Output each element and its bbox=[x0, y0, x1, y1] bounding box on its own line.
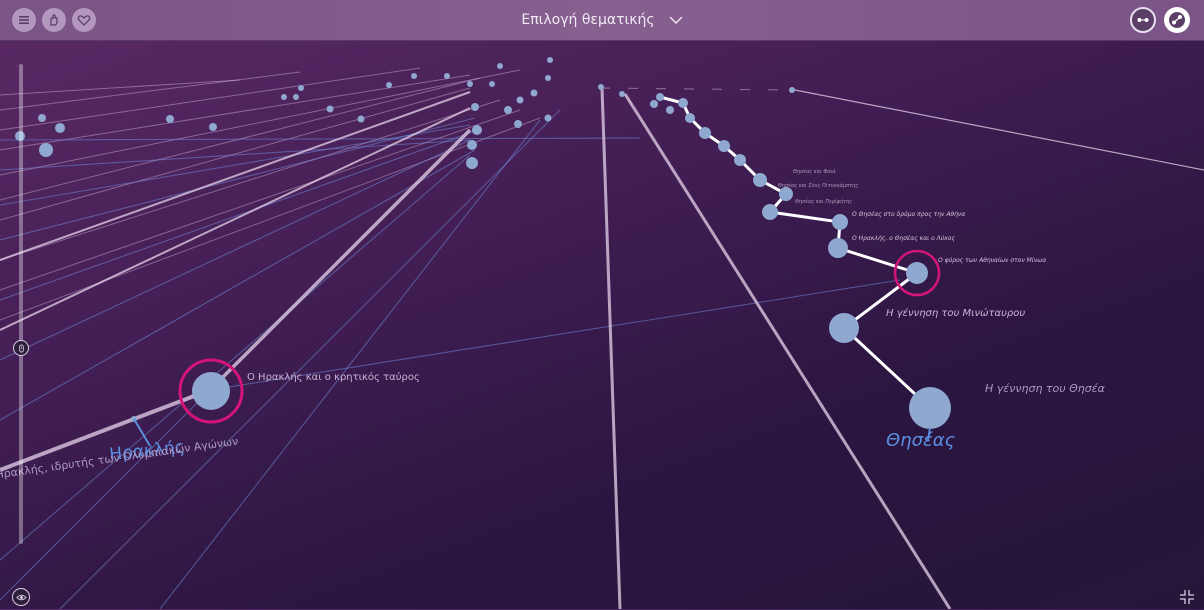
label-athenians-tribute: Ο φόρος των Αθηναίων στον Μίνωα bbox=[938, 257, 1046, 264]
background-edges bbox=[0, 67, 541, 321]
chevron-down-icon bbox=[669, 16, 683, 24]
mid-labels: Ο Θησέας στο δρόμο προς την Αθήνα Ο Ηρακ… bbox=[852, 211, 1046, 264]
link-view-icon bbox=[1137, 18, 1149, 22]
theme-title: Επιλογή θεματικής bbox=[521, 12, 655, 28]
vertical-slider-handle[interactable] bbox=[13, 340, 29, 356]
top-bar: Επιλογή θεματικής bbox=[0, 0, 1204, 41]
eye-icon bbox=[15, 594, 27, 600]
link-view-button[interactable] bbox=[1130, 7, 1156, 33]
label-small1: Θησέας και Περίφήτης bbox=[795, 198, 852, 205]
label-minotaur-birth: Η γέννηση του Μινώταυρου bbox=[886, 307, 1025, 319]
heracles-chain-nodes[interactable] bbox=[15, 57, 795, 422]
vertical-slider-track[interactable] bbox=[19, 64, 23, 544]
main-axis-lines bbox=[0, 87, 1204, 609]
theme-selector[interactable]: Επιλογή θεματικής bbox=[0, 0, 1204, 40]
label-small2: Θησέας και Σίνις Πιτυοκάμπτης bbox=[778, 182, 858, 189]
collapse-button[interactable] bbox=[1178, 588, 1196, 606]
horizon-line bbox=[599, 87, 791, 91]
graph-view-icon bbox=[1169, 12, 1185, 28]
visibility-button[interactable] bbox=[12, 588, 30, 606]
scroll-icon bbox=[18, 343, 24, 353]
label-heracles-theseus: Ο Ηρακλής, ο Θησέας και ο Λύκος bbox=[852, 235, 955, 242]
label-small3: Θησέας και Φαιά bbox=[793, 168, 836, 175]
label-heracles-bull: Ο Ηρακλής και ο κρητικός ταύρος bbox=[247, 371, 420, 383]
label-heracles-bull-text: Ο Ηρακλής και ο κρητικός ταύρος bbox=[247, 371, 420, 383]
theseus-chain-nodes[interactable] bbox=[650, 93, 951, 429]
collapse-icon bbox=[1180, 590, 1194, 604]
label-theseus-road: Ο Θησέας στο δρόμο προς την Αθήνα bbox=[852, 211, 965, 218]
label-theseus-birth: Η γέννηση του Θησέα bbox=[985, 382, 1106, 395]
timeline-graph-canvas[interactable]: Θησέας και Φαιά Θησέας και Σίνις Πιτυοκά… bbox=[0, 0, 1204, 609]
label-theseus[interactable]: Θησέας bbox=[886, 430, 956, 451]
graph-view-button[interactable] bbox=[1164, 7, 1190, 33]
